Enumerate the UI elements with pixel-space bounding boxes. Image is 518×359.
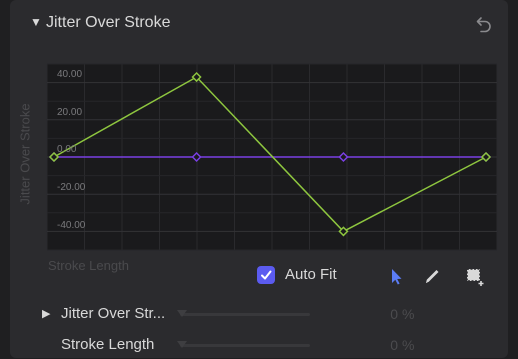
param-row-stroke-length: Stroke Length 0 %	[10, 333, 508, 359]
select-arrow-icon[interactable]	[382, 263, 408, 289]
param-value-field[interactable]: 0	[372, 305, 398, 323]
disclosure-triangle-icon[interactable]: ▶	[42, 308, 50, 320]
y-axis-label: Jitter Over Stroke	[17, 103, 33, 205]
panel-header: ▼ Jitter Over Stroke	[10, 0, 508, 48]
checkmark-icon	[261, 270, 272, 280]
param-value-field[interactable]: 0	[372, 336, 398, 354]
param-slider[interactable]	[177, 310, 310, 317]
param-unit: %	[402, 306, 415, 322]
jitter-over-stroke-panel: ▼ Jitter Over Stroke Jitter Over Stroke …	[10, 0, 508, 358]
param-unit: %	[402, 337, 415, 353]
auto-fit-label[interactable]: Auto Fit	[285, 266, 337, 284]
y-tick-label: -40.00	[57, 220, 86, 231]
curve-graph[interactable]: Jitter Over Stroke 40.00 20.00 0.00 -20.…	[10, 52, 508, 256]
y-tick-label: -20.00	[57, 182, 86, 193]
add-region-icon[interactable]	[461, 263, 487, 289]
slider-knob[interactable]	[177, 341, 187, 348]
undo-arrow-icon[interactable]	[474, 14, 494, 34]
disclosure-triangle-icon[interactable]: ▼	[30, 16, 42, 28]
panel-title: Jitter Over Stroke	[46, 14, 171, 31]
pen-icon[interactable]	[419, 263, 445, 289]
param-label: Stroke Length	[61, 336, 155, 353]
param-slider[interactable]	[177, 341, 310, 348]
x-axis-label: Stroke Length	[48, 258, 129, 273]
param-label: Jitter Over Str...	[61, 305, 166, 322]
auto-fit-checkbox[interactable]	[257, 266, 275, 284]
slider-knob[interactable]	[177, 310, 187, 317]
y-tick-label: 0.00	[57, 144, 77, 155]
param-row-jitter-over-stroke: ▶ Jitter Over Str... 0 %	[10, 302, 508, 328]
y-tick-label: 40.00	[57, 69, 83, 80]
y-tick-label: 20.00	[57, 107, 83, 118]
